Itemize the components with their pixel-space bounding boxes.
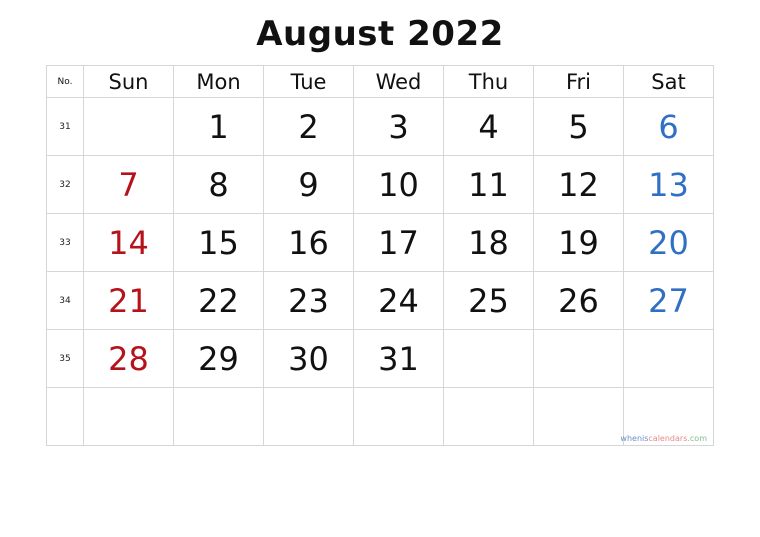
day-cell: 24 [353, 271, 444, 330]
day-cell: 16 [263, 213, 354, 272]
week-row: 31 1 2 3 4 5 6 [46, 97, 714, 156]
weekday-header-sun: Sun [83, 65, 174, 98]
weekday-header-sat: Sat [623, 65, 714, 98]
watermark-part: .com [687, 434, 707, 443]
day-cell: 26 [533, 271, 624, 330]
weekday-header-wed: Wed [353, 65, 444, 98]
weekday-header-tue: Tue [263, 65, 354, 98]
day-cell: 1 [173, 97, 264, 156]
weekday-header-mon: Mon [173, 65, 264, 98]
day-cell: 27 [623, 271, 714, 330]
week-row: 35 28 29 30 31 [46, 329, 714, 388]
day-cell: 2 [263, 97, 354, 156]
week-number: 34 [46, 271, 84, 330]
day-cell: 30 [263, 329, 354, 388]
day-cell: wheniscalendars.com [620, 387, 714, 446]
day-cell [353, 387, 444, 446]
day-cell [443, 329, 534, 388]
day-cell: 23 [263, 271, 354, 330]
day-cell: 3 [353, 97, 444, 156]
day-cell [443, 387, 534, 446]
day-cell: 15 [173, 213, 264, 272]
week-row: 34 21 22 23 24 25 26 27 [46, 271, 714, 330]
week-row: 33 14 15 16 17 18 19 20 [46, 213, 714, 272]
day-cell: 14 [83, 213, 174, 272]
week-number: 35 [46, 329, 84, 388]
watermark-part: whenis [620, 434, 649, 443]
day-cell: 18 [443, 213, 534, 272]
day-cell: 7 [83, 155, 174, 214]
day-cell [83, 97, 174, 156]
day-cell: 25 [443, 271, 534, 330]
day-cell [533, 329, 624, 388]
calendar-grid: No. Sun Mon Tue Wed Thu Fri Sat 31 1 2 3 4 5 6… [46, 65, 714, 446]
day-cell: 8 [173, 155, 264, 214]
day-cell: 21 [83, 271, 174, 330]
day-cell [533, 387, 624, 446]
week-number: 33 [46, 213, 84, 272]
day-cell [263, 387, 354, 446]
day-cell: 11 [443, 155, 534, 214]
day-cell: 28 [83, 329, 174, 388]
day-cell: 31 [353, 329, 444, 388]
week-number: 32 [46, 155, 84, 214]
day-cell: 22 [173, 271, 264, 330]
day-cell: 13 [623, 155, 714, 214]
day-cell: 20 [623, 213, 714, 272]
weekday-header-thu: Thu [443, 65, 534, 98]
week-number: 31 [46, 97, 84, 156]
watermark-part: calendars [648, 434, 688, 443]
day-cell: 4 [443, 97, 534, 156]
day-cell: 9 [263, 155, 354, 214]
day-cell: 5 [533, 97, 624, 156]
day-cell [623, 329, 714, 388]
watermark: wheniscalendars.com [620, 434, 707, 443]
day-cell [173, 387, 264, 446]
day-cell: 17 [353, 213, 444, 272]
weekday-header-row: No. Sun Mon Tue Wed Thu Fri Sat [46, 65, 714, 98]
day-cell: 10 [353, 155, 444, 214]
calendar-title: August 2022 [256, 14, 504, 54]
week-row: 32 7 8 9 10 11 12 13 [46, 155, 714, 214]
day-cell: 29 [173, 329, 264, 388]
week-number [46, 387, 84, 446]
day-cell: 19 [533, 213, 624, 272]
day-cell: 6 [623, 97, 714, 156]
week-row: wheniscalendars.com [46, 387, 714, 446]
weekday-header-fri: Fri [533, 65, 624, 98]
day-cell [83, 387, 174, 446]
day-cell: 12 [533, 155, 624, 214]
week-number-header: No. [46, 65, 84, 98]
